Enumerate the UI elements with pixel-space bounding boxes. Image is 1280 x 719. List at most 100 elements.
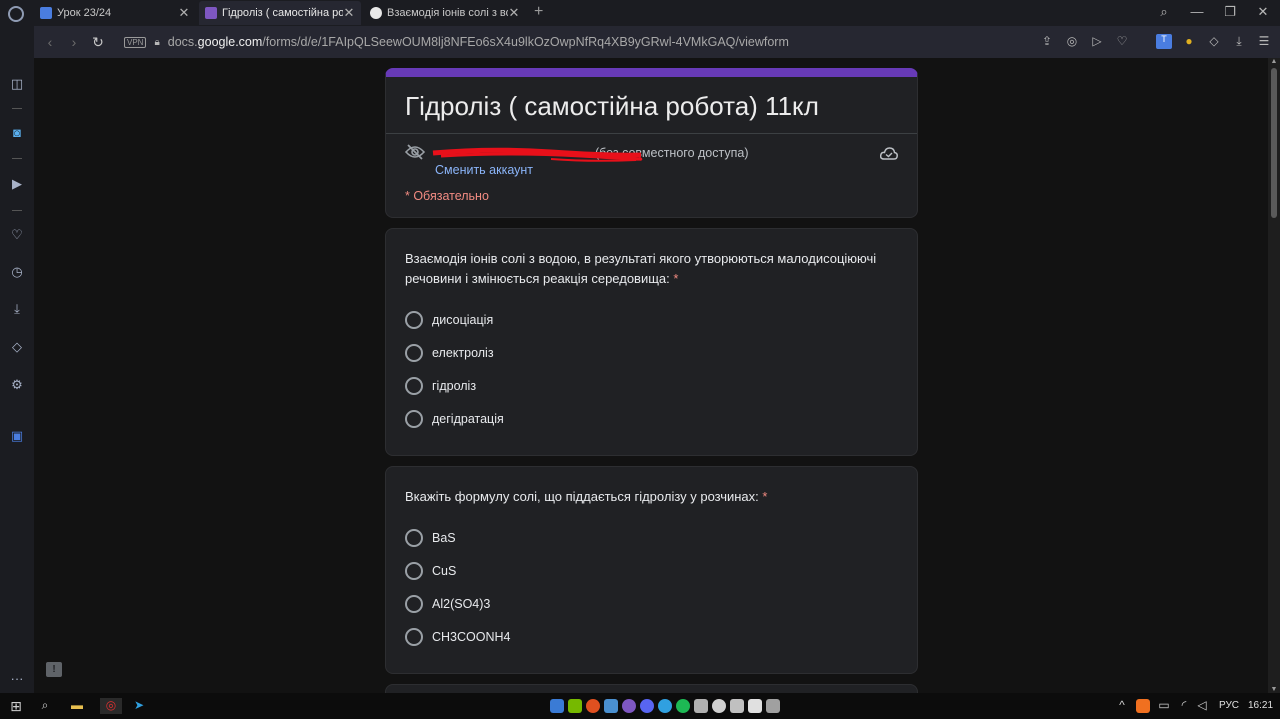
option-row[interactable]: CH3COONH4 [405, 627, 511, 647]
tray-app-icon[interactable] [730, 699, 744, 713]
form-header-card: Гідроліз ( самостійна робота) 11кл (без … [385, 68, 918, 218]
option-label: дегідратація [432, 412, 504, 426]
instagram-icon[interactable]: ◙ [9, 125, 25, 141]
tray-app-icon[interactable] [1136, 699, 1150, 713]
tray-app-icon[interactable] [586, 699, 600, 713]
wifi-icon[interactable]: ◜ [1176, 698, 1192, 714]
close-icon[interactable]: ✕ [343, 5, 355, 21]
address-bar: ‹ › ↻ VPN 🔒︎ docs.google.com/forms/d/e/1… [34, 26, 1280, 58]
option-row[interactable]: гідроліз [405, 376, 476, 396]
option-row[interactable]: Al2(SO4)3 [405, 594, 490, 614]
downloads-icon[interactable]: ⤓ [9, 301, 25, 317]
viber-icon[interactable] [622, 699, 636, 713]
url-field[interactable]: docs.google.com/forms/d/e/1FAIpQLSeewOUM… [168, 35, 789, 49]
option-row[interactable]: CuS [405, 561, 456, 581]
tray-app-icon[interactable] [550, 699, 564, 713]
tab-ion-interaction[interactable]: Взаємодія іонів солі з вод ✕ [364, 1, 526, 25]
more-icon[interactable]: ··· [9, 671, 25, 687]
heart-icon[interactable]: ♡ [1114, 34, 1130, 49]
question-label: Взаємодія іонів солі з водою, в результа… [405, 251, 877, 286]
tray-app-icon[interactable] [604, 699, 618, 713]
tray-app-icon[interactable] [712, 699, 726, 713]
feedback-icon[interactable]: ! [46, 662, 62, 677]
switch-account-link[interactable]: Сменить аккаунт [435, 163, 533, 177]
option-label: Al2(SO4)3 [432, 597, 491, 611]
back-arrow-icon[interactable]: ‹ [38, 34, 62, 50]
menu-icon[interactable]: ☰ [1256, 34, 1272, 49]
radio-button[interactable] [405, 562, 423, 580]
new-tab-plus-icon[interactable]: + [534, 3, 543, 21]
close-icon[interactable]: ✕ [178, 5, 190, 21]
history-clock-icon[interactable]: ◷ [9, 264, 25, 280]
language-indicator[interactable]: РУС [1219, 700, 1239, 711]
eye-off-icon [404, 144, 426, 165]
page-scrollbar[interactable]: ▲ ▼ [1268, 58, 1280, 693]
option-row[interactable]: дисоціація [405, 310, 493, 330]
sidebar-divider [12, 158, 22, 159]
option-label: CuS [432, 564, 457, 578]
translate-extension-icon[interactable]: T [1156, 34, 1172, 49]
search-tabs-icon[interactable]: ⌕ [1154, 4, 1174, 20]
settings-gear-icon[interactable]: ⚙ [9, 377, 25, 393]
forms-favicon-icon [205, 7, 217, 19]
cube-extension-icon[interactable]: ◇ [1206, 34, 1222, 49]
radio-button[interactable] [405, 377, 423, 395]
search-icon[interactable]: ⌕ [37, 698, 53, 714]
volume-icon[interactable]: ◁ [1194, 698, 1210, 714]
radio-button[interactable] [405, 344, 423, 362]
radio-button[interactable] [405, 311, 423, 329]
radio-button[interactable] [405, 529, 423, 547]
discord-icon[interactable] [640, 699, 654, 713]
windows-start-icon[interactable]: ⊞ [8, 698, 24, 714]
lock-icon[interactable]: 🔒︎ [154, 37, 159, 48]
vpn-badge[interactable]: VPN [124, 36, 147, 48]
tray-app-icon[interactable] [766, 699, 780, 713]
heart-icon[interactable]: ♡ [9, 227, 25, 243]
option-row[interactable]: дегідратація [405, 409, 504, 429]
nvidia-icon[interactable] [568, 699, 582, 713]
radio-button[interactable] [405, 628, 423, 646]
close-window-icon[interactable]: ✕ [1253, 4, 1273, 20]
form-title: Гідроліз ( самостійна робота) 11кл [405, 91, 819, 121]
radio-button[interactable] [405, 410, 423, 428]
file-explorer-icon[interactable]: ▬ [69, 698, 85, 714]
reload-icon[interactable]: ↻ [86, 34, 110, 51]
battery-icon[interactable]: ▭ [1156, 698, 1172, 714]
restore-icon[interactable]: ❐ [1220, 4, 1240, 20]
opera-menu-icon[interactable] [8, 6, 24, 22]
option-row[interactable]: електроліз [405, 343, 494, 363]
scroll-up-icon[interactable]: ▲ [1268, 58, 1280, 65]
minimize-icon[interactable]: — [1187, 4, 1207, 19]
spotify-icon[interactable] [676, 699, 690, 713]
chevron-up-icon[interactable]: ^ [1114, 698, 1130, 714]
gamepad-icon[interactable]: ◫ [9, 76, 25, 92]
forward-arrow-icon[interactable]: › [62, 34, 86, 50]
close-icon[interactable]: ✕ [508, 5, 520, 21]
extension-icon[interactable]: ● [1181, 34, 1197, 49]
question-card-2: Вкажіть формулу солі, що піддається гідр… [385, 466, 918, 674]
player-icon[interactable]: ▶ [9, 176, 25, 192]
share-icon[interactable]: ⇪ [1039, 34, 1055, 49]
required-note: * Обязательно [405, 189, 489, 203]
scrollbar-thumb[interactable] [1271, 68, 1277, 218]
camera-icon[interactable]: ◎ [1064, 34, 1080, 49]
download-icon[interactable]: ⤓ [1231, 34, 1247, 49]
opera-taskbar-icon[interactable]: ◎ [100, 698, 122, 714]
url-path: /forms/d/e/1FAIpQLSeewOUM8lj8NFEo6sX4u9l… [262, 35, 789, 49]
cube-icon[interactable]: ◇ [9, 339, 25, 355]
scroll-down-icon[interactable]: ▼ [1268, 686, 1280, 693]
option-label: дисоціація [432, 313, 494, 327]
option-row[interactable]: BaS [405, 528, 456, 548]
option-label: гідроліз [432, 379, 477, 393]
question-card-3 [385, 684, 918, 693]
telegram-icon[interactable]: ➤ [131, 698, 147, 714]
telegram-tray-icon[interactable] [658, 699, 672, 713]
tray-app-icon[interactable] [694, 699, 708, 713]
send-icon[interactable]: ▷ [1089, 34, 1105, 49]
radio-button[interactable] [405, 595, 423, 613]
tab-hydrolysis-form[interactable]: Гідроліз ( самостійна робо ✕ [199, 1, 361, 25]
tab-lesson[interactable]: Урок 23/24 ✕ [34, 1, 196, 25]
clock[interactable]: 16:21 [1248, 700, 1273, 711]
translate-icon[interactable]: ▣ [9, 428, 25, 444]
tray-app-icon[interactable] [748, 699, 762, 713]
